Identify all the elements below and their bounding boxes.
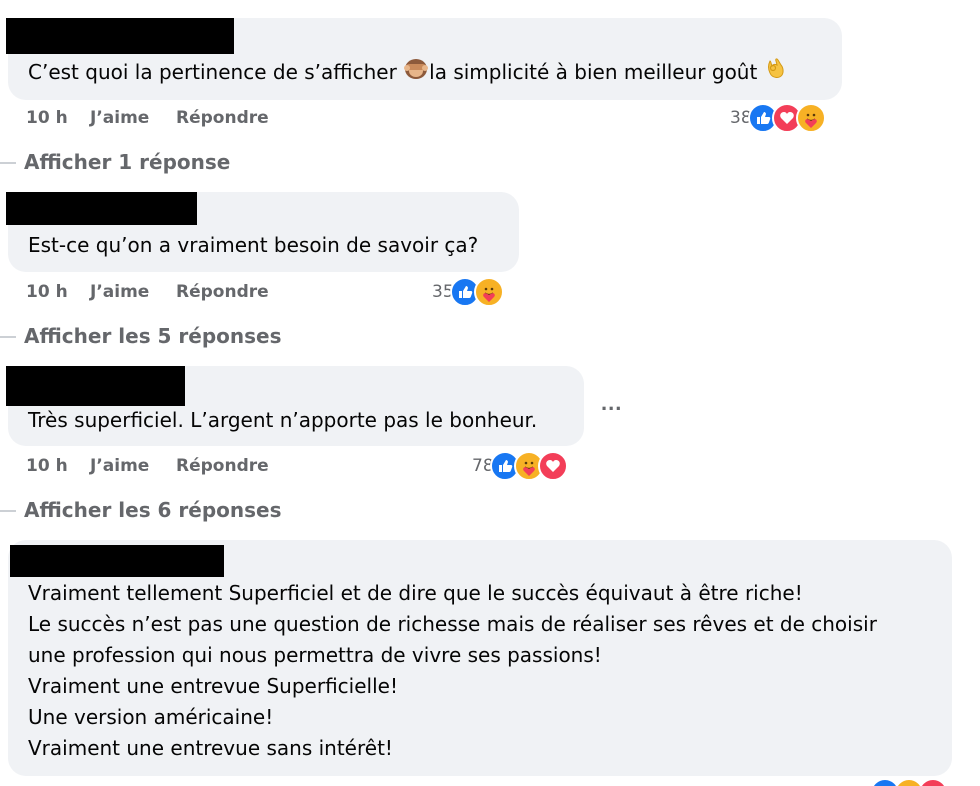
reactions-summary-1[interactable]: 38: [730, 103, 826, 133]
comment-time[interactable]: 10 h: [26, 108, 68, 128]
redacted-author-name: [6, 192, 197, 225]
care-icon: [795, 103, 826, 133]
reactions-summary-3[interactable]: 78: [472, 451, 568, 481]
love-icon: [918, 778, 948, 786]
view-replies-link-2[interactable]: Afficher les 5 réponses: [0, 324, 282, 348]
like-button[interactable]: J’aime: [90, 456, 149, 476]
reactions-summary-4[interactable]: [870, 778, 948, 786]
see-no-evil-monkey-icon: [403, 57, 429, 90]
view-replies-label: Afficher 1 réponse: [24, 150, 231, 174]
comment-text-1: C’est quoi la pertinence de s’afficher l…: [28, 57, 786, 90]
redacted-author-name: [10, 545, 224, 577]
comment-time[interactable]: 10 h: [26, 282, 68, 302]
reply-button[interactable]: Répondre: [176, 456, 269, 476]
like-button[interactable]: J’aime: [90, 282, 149, 302]
comment-time[interactable]: 10 h: [26, 456, 68, 476]
reply-button[interactable]: Répondre: [176, 282, 269, 302]
reply-button[interactable]: Répondre: [176, 108, 269, 128]
more-options-button[interactable]: ...: [601, 390, 622, 416]
comment-text-4: Vraiment tellement Superficiel et de dir…: [28, 581, 877, 760]
reactions-summary-2[interactable]: 35: [432, 277, 504, 307]
thread-connector: [0, 510, 16, 512]
view-replies-label: Afficher les 5 réponses: [24, 324, 282, 348]
comment-text-1-part-b: la simplicité à bien meilleur goût: [429, 60, 764, 84]
like-button[interactable]: J’aime: [90, 108, 149, 128]
comment-text-2: Est-ce qu’on a vraiment besoin de savoir…: [28, 233, 479, 257]
redacted-author-name: [6, 366, 185, 406]
comment-text-1-part-a: C’est quoi la pertinence de s’afficher: [28, 60, 404, 84]
comment-text-3: Très superficiel. L’argent n’apporte pas…: [28, 408, 538, 432]
thread-connector: [0, 162, 16, 164]
view-replies-link-1[interactable]: Afficher 1 réponse: [0, 150, 231, 174]
love-icon: [537, 451, 568, 481]
thread-connector: [0, 336, 16, 338]
view-replies-link-3[interactable]: Afficher les 6 réponses: [0, 498, 282, 522]
redacted-author-name: [6, 18, 234, 54]
ok-hand-icon: [764, 57, 786, 90]
view-replies-label: Afficher les 6 réponses: [24, 498, 282, 522]
care-icon: [473, 277, 504, 307]
